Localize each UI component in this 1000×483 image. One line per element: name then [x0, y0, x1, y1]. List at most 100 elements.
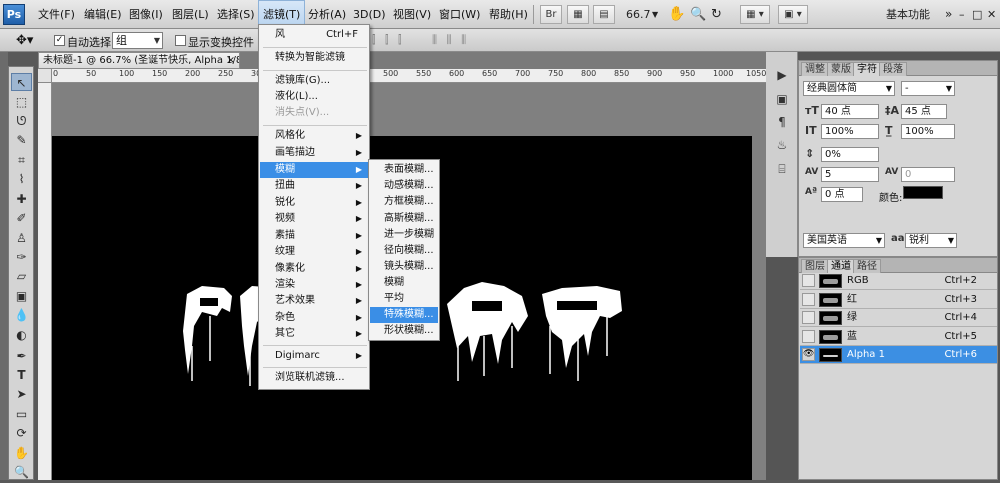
- baseline-scale-field[interactable]: 0%: [821, 147, 879, 162]
- channel-row-red[interactable]: 红 Ctrl+3: [800, 291, 997, 309]
- lasso-tool-icon[interactable]: ᘎ: [11, 112, 32, 130]
- actions-panel-icon[interactable]: ▣: [774, 92, 790, 106]
- tab-masks[interactable]: 蒙版: [827, 62, 855, 76]
- menu-item-blur[interactable]: 模糊 ▶: [260, 162, 368, 178]
- eraser-tool-icon[interactable]: ▱: [11, 267, 32, 285]
- tab-paragraph[interactable]: 段落: [879, 62, 907, 76]
- eye-icon[interactable]: 👁: [802, 348, 815, 361]
- document-tab[interactable]: 未标题-1 @ 66.7% (圣诞节快乐, Alpha 1/8) * ×: [38, 52, 240, 69]
- type-tool-icon[interactable]: T: [11, 366, 32, 384]
- blur-tool-icon[interactable]: 💧: [11, 306, 32, 324]
- tab-adjustments[interactable]: 调整: [801, 62, 829, 76]
- menu-item-smart-blur[interactable]: 特殊模糊...: [370, 307, 438, 323]
- minimize-icon[interactable]: –: [959, 0, 965, 29]
- menu-view[interactable]: 视图(V): [389, 0, 435, 29]
- menu-item-video[interactable]: 视频 ▶: [260, 211, 368, 227]
- dodge-tool-icon[interactable]: ◐: [11, 326, 32, 344]
- font-style-field[interactable]: - ▼: [901, 81, 955, 96]
- healing-brush-icon[interactable]: ✚: [11, 190, 32, 208]
- quick-select-icon[interactable]: ✎: [11, 131, 32, 149]
- menu-item-wind[interactable]: 风 Ctrl+F: [260, 27, 368, 43]
- menu-item-liquify[interactable]: 液化(L)...: [260, 89, 368, 105]
- clone-stamp-icon[interactable]: ♙: [11, 229, 32, 247]
- baseline-shift-field[interactable]: 0 点: [821, 187, 863, 202]
- menu-item-surface-blur[interactable]: 表面模糊...: [370, 162, 438, 178]
- character-panel-icon[interactable]: ¶: [774, 115, 790, 129]
- screen-mode-icon[interactable]: ▣ ▾: [778, 5, 808, 24]
- menu-item-stylize[interactable]: 风格化 ▶: [260, 128, 368, 144]
- menu-edit[interactable]: 编辑(E): [80, 0, 126, 29]
- visibility-toggle[interactable]: [802, 293, 815, 306]
- distribute-icons[interactable]: ⫼ ⫼ ⫼: [432, 33, 469, 47]
- move-tool-icon[interactable]: ↖: [11, 73, 32, 91]
- menu-item-artistic[interactable]: 艺术效果 ▶: [260, 293, 368, 309]
- transform-controls-checkbox[interactable]: [175, 35, 186, 46]
- menu-item-blur[interactable]: 模糊: [370, 275, 438, 291]
- hand-tool-icon[interactable]: ✋: [11, 444, 32, 462]
- path-select-icon[interactable]: ➤: [11, 385, 32, 403]
- 3d-rotate-icon[interactable]: ⟳: [11, 424, 32, 442]
- visibility-toggle[interactable]: [802, 274, 815, 287]
- vertical-ruler[interactable]: [38, 83, 52, 480]
- horizontal-ruler[interactable]: 0501001502002503003504004505005506006507…: [52, 69, 766, 83]
- menu-item-texture[interactable]: 纹理 ▶: [260, 244, 368, 260]
- menu-item-other[interactable]: 其它 ▶: [260, 326, 368, 342]
- zoom-tool-icon[interactable]: 🔍: [11, 463, 32, 481]
- rotate-view-icon[interactable]: ↻: [711, 0, 722, 29]
- menu-item-browse-online[interactable]: 浏览联机滤镜...: [260, 370, 368, 386]
- channel-row-green[interactable]: 绿 Ctrl+4: [800, 309, 997, 327]
- menu-image[interactable]: 图像(I): [125, 0, 167, 29]
- history-brush-icon[interactable]: ✑: [11, 248, 32, 266]
- paragraph-panel-icon[interactable]: ⌸: [774, 162, 790, 176]
- tab-channels[interactable]: 通道: [827, 259, 855, 273]
- font-family-field[interactable]: 经典圆体简 ▼: [803, 81, 895, 96]
- tracking-field[interactable]: 5: [821, 167, 879, 182]
- workspace-label[interactable]: 基本功能: [886, 0, 930, 29]
- visibility-toggle[interactable]: [802, 330, 815, 343]
- menu-item-box-blur[interactable]: 方框模糊...: [370, 194, 438, 210]
- menu-item-blur-more[interactable]: 进一步模糊: [370, 227, 438, 243]
- menu-item-gaussian-blur[interactable]: 高斯模糊...: [370, 211, 438, 227]
- tab-paths[interactable]: 路径: [853, 259, 881, 273]
- close-icon[interactable]: ×: [227, 53, 235, 68]
- antialias-field[interactable]: 锐利 ▼: [905, 233, 957, 248]
- zoom-level[interactable]: 66.7: [626, 0, 651, 29]
- kerning-field[interactable]: 0: [901, 167, 955, 182]
- extras-icon[interactable]: ▤: [593, 5, 615, 24]
- channel-row-alpha-1[interactable]: 👁 Alpha 1 Ctrl+6: [800, 346, 997, 364]
- marquee-tool-icon[interactable]: ⬚: [11, 93, 32, 111]
- history-panel-icon[interactable]: ▶: [774, 68, 790, 82]
- text-color-swatch[interactable]: [903, 186, 943, 199]
- bridge-button[interactable]: Br: [540, 5, 562, 24]
- expand-icon[interactable]: »: [945, 0, 952, 29]
- menu-item-noise[interactable]: 杂色 ▶: [260, 310, 368, 326]
- auto-select-checkbox[interactable]: ✓: [54, 35, 65, 46]
- menu-item-radial-blur[interactable]: 径向模糊...: [370, 243, 438, 259]
- shape-tool-icon[interactable]: ▭: [11, 405, 32, 423]
- gradient-tool-icon[interactable]: ▣: [11, 287, 32, 305]
- hand-tool-icon[interactable]: ✋: [668, 0, 685, 29]
- restore-icon[interactable]: □: [972, 0, 982, 29]
- align-icons[interactable]: ⫿ ⫿ ⫿: [372, 33, 405, 47]
- menu-item-filter-gallery[interactable]: 滤镜库(G)...: [260, 73, 368, 89]
- menu-item-distort[interactable]: 扭曲 ▶: [260, 178, 368, 194]
- channel-row-blue[interactable]: 蓝 Ctrl+5: [800, 328, 997, 346]
- tab-layers[interactable]: 图层: [801, 259, 829, 273]
- menu-help[interactable]: 帮助(H): [485, 0, 532, 29]
- chevron-down-icon[interactable]: ▼: [652, 0, 658, 29]
- menu-item-lens-blur[interactable]: 镜头模糊...: [370, 259, 438, 275]
- brush-tool-icon[interactable]: ✐: [11, 209, 32, 227]
- menu-select[interactable]: 选择(S): [213, 0, 259, 29]
- crop-tool-icon[interactable]: ⌗: [11, 151, 32, 169]
- visibility-toggle[interactable]: [802, 311, 815, 324]
- menu-item-convert-smart-filter[interactable]: 转换为智能滤镜: [260, 50, 368, 66]
- menu-layer[interactable]: 图层(L): [168, 0, 213, 29]
- close-icon[interactable]: ✕: [987, 0, 996, 29]
- menu-window[interactable]: 窗口(W): [435, 0, 484, 29]
- menu-item-render[interactable]: 渲染 ▶: [260, 277, 368, 293]
- move-tool-icon[interactable]: ✥▾: [16, 33, 33, 48]
- channel-row-rgb[interactable]: RGB Ctrl+2: [800, 272, 997, 290]
- menu-item-motion-blur[interactable]: 动感模糊...: [370, 178, 438, 194]
- clone-source-icon[interactable]: ♨: [774, 138, 790, 152]
- language-field[interactable]: 美国英语 ▼: [803, 233, 885, 248]
